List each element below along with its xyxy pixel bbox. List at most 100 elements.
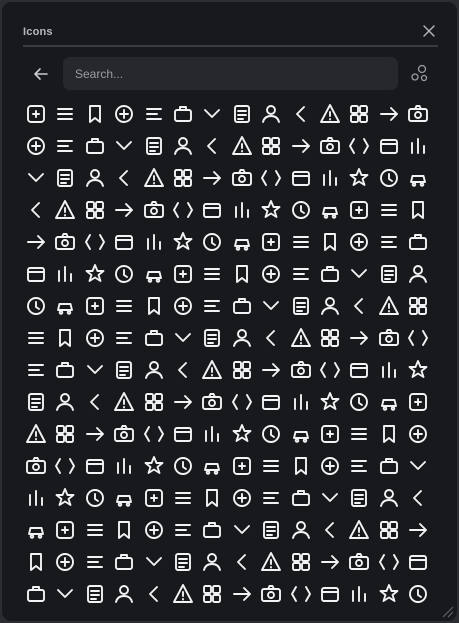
collapse-v-icon[interactable]	[229, 165, 255, 191]
clover-icon[interactable]	[170, 453, 196, 479]
paperclip-icon[interactable]	[346, 293, 372, 319]
align-left-icon[interactable]	[405, 133, 431, 159]
bank-icon[interactable]	[170, 325, 196, 351]
angle-right-icon[interactable]	[317, 261, 343, 287]
circle-minus-icon[interactable]	[229, 581, 255, 607]
book-icon[interactable]	[52, 421, 78, 447]
align-justify-icon[interactable]	[317, 133, 343, 159]
chevrons-right-icon[interactable]	[170, 261, 196, 287]
calendar-event-icon[interactable]	[405, 517, 431, 543]
grid-small-icon[interactable]	[346, 581, 372, 607]
arrow-down-right-icon[interactable]	[199, 261, 225, 287]
bus-smile-icon[interactable]	[52, 517, 78, 543]
user-lock-icon[interactable]	[346, 101, 372, 127]
chevrons-up-icon[interactable]	[23, 293, 49, 319]
user-circle-icon[interactable]	[141, 101, 167, 127]
undo-icon[interactable]	[258, 229, 284, 255]
doc-icon[interactable]	[23, 581, 49, 607]
book-closed-icon[interactable]	[111, 421, 137, 447]
chevron-up-small-icon[interactable]	[229, 229, 255, 255]
cake-icon[interactable]	[111, 517, 137, 543]
battery-bolt-icon[interactable]	[111, 357, 137, 383]
chevron-up-icon[interactable]	[111, 293, 137, 319]
document-icon[interactable]	[405, 581, 431, 607]
suitcase-icon[interactable]	[288, 453, 314, 479]
bars-left-icon[interactable]	[288, 325, 314, 351]
camera-off-icon[interactable]	[170, 549, 196, 575]
chevron-up-wide-icon[interactable]	[141, 293, 167, 319]
search-field[interactable]	[63, 57, 398, 90]
ampersand-circle-icon[interactable]	[258, 165, 284, 191]
battery-plus-icon[interactable]	[258, 357, 284, 383]
arrow-up-icon[interactable]	[82, 293, 108, 319]
arrow-up-right-icon[interactable]	[288, 261, 314, 287]
bolt-square-icon[interactable]	[23, 133, 49, 159]
chevron-left-small-icon[interactable]	[170, 229, 196, 255]
bucket-icon[interactable]	[346, 357, 372, 383]
user-pin-icon[interactable]	[199, 101, 225, 127]
bookmark-star-icon[interactable]	[288, 421, 314, 447]
candle-icon[interactable]	[170, 517, 196, 543]
calendar-check-icon[interactable]	[258, 517, 284, 543]
airplay-icon[interactable]	[82, 133, 108, 159]
city-icon[interactable]	[346, 485, 372, 511]
cone-icon[interactable]	[23, 357, 49, 383]
calendar-clock-icon[interactable]	[376, 517, 402, 543]
calendar-plus-icon[interactable]	[346, 517, 372, 543]
arrow-down-icon[interactable]	[52, 229, 78, 255]
bookmark-icon[interactable]	[258, 421, 284, 447]
package-icon[interactable]	[52, 453, 78, 479]
battery-half-icon[interactable]	[229, 357, 255, 383]
bread-icon[interactable]	[199, 453, 225, 479]
bookmark-empty-icon[interactable]	[317, 421, 343, 447]
bar-chart-icon[interactable]	[199, 325, 225, 351]
award-icon[interactable]	[23, 325, 49, 351]
angle-left-icon[interactable]	[111, 261, 137, 287]
podium-icon[interactable]	[199, 293, 225, 319]
bowl-icon[interactable]	[376, 421, 402, 447]
user-badge-icon[interactable]	[170, 101, 196, 127]
text-right-icon[interactable]	[170, 165, 196, 191]
bell-off-icon[interactable]	[405, 357, 431, 383]
arrow-left-icon[interactable]	[31, 64, 51, 84]
arrow-up-circle-icon[interactable]	[405, 261, 431, 287]
chevron-down-small-icon[interactable]	[141, 229, 167, 255]
window-alt-icon[interactable]	[288, 581, 314, 607]
terminal-icon[interactable]	[376, 581, 402, 607]
align-top-icon[interactable]	[52, 165, 78, 191]
building-icon[interactable]	[82, 485, 108, 511]
book-list-icon[interactable]	[199, 421, 225, 447]
calculator-icon[interactable]	[199, 517, 225, 543]
plus-icon[interactable]	[288, 101, 314, 127]
candle-stick-icon[interactable]	[229, 549, 255, 575]
bold-icon[interactable]	[23, 421, 49, 447]
bag-icon[interactable]	[346, 453, 372, 479]
paw-icon[interactable]	[52, 325, 78, 351]
flame-icon[interactable]	[170, 389, 196, 415]
cube-icon[interactable]	[376, 389, 402, 415]
book-open-back-icon[interactable]	[82, 421, 108, 447]
arrow-left-circle-icon[interactable]	[317, 229, 343, 255]
box-icon[interactable]	[405, 421, 431, 447]
sofa-icon[interactable]	[376, 197, 402, 223]
alert-triangle-icon[interactable]	[199, 133, 225, 159]
screen-icon[interactable]	[317, 581, 343, 607]
brackets-icon[interactable]	[141, 453, 167, 479]
angular-icon[interactable]	[23, 197, 49, 223]
bluetooth-icon[interactable]	[288, 389, 314, 415]
photo-camera-icon[interactable]	[141, 549, 167, 575]
focus-icon[interactable]	[405, 389, 431, 415]
apps-icon[interactable]	[199, 197, 225, 223]
factory-icon[interactable]	[317, 485, 343, 511]
book-open-icon[interactable]	[170, 421, 196, 447]
search-input[interactable]	[73, 65, 388, 82]
no-drop-icon[interactable]	[346, 389, 372, 415]
house-icon[interactable]	[346, 165, 372, 191]
phone-card-icon[interactable]	[199, 581, 225, 607]
aspect-ratio-icon[interactable]	[258, 293, 284, 319]
align-v-center-icon[interactable]	[82, 165, 108, 191]
basketball-icon[interactable]	[82, 357, 108, 383]
siren-icon[interactable]	[141, 133, 167, 159]
wallet-icon[interactable]	[141, 325, 167, 351]
barcode-icon[interactable]	[346, 325, 372, 351]
